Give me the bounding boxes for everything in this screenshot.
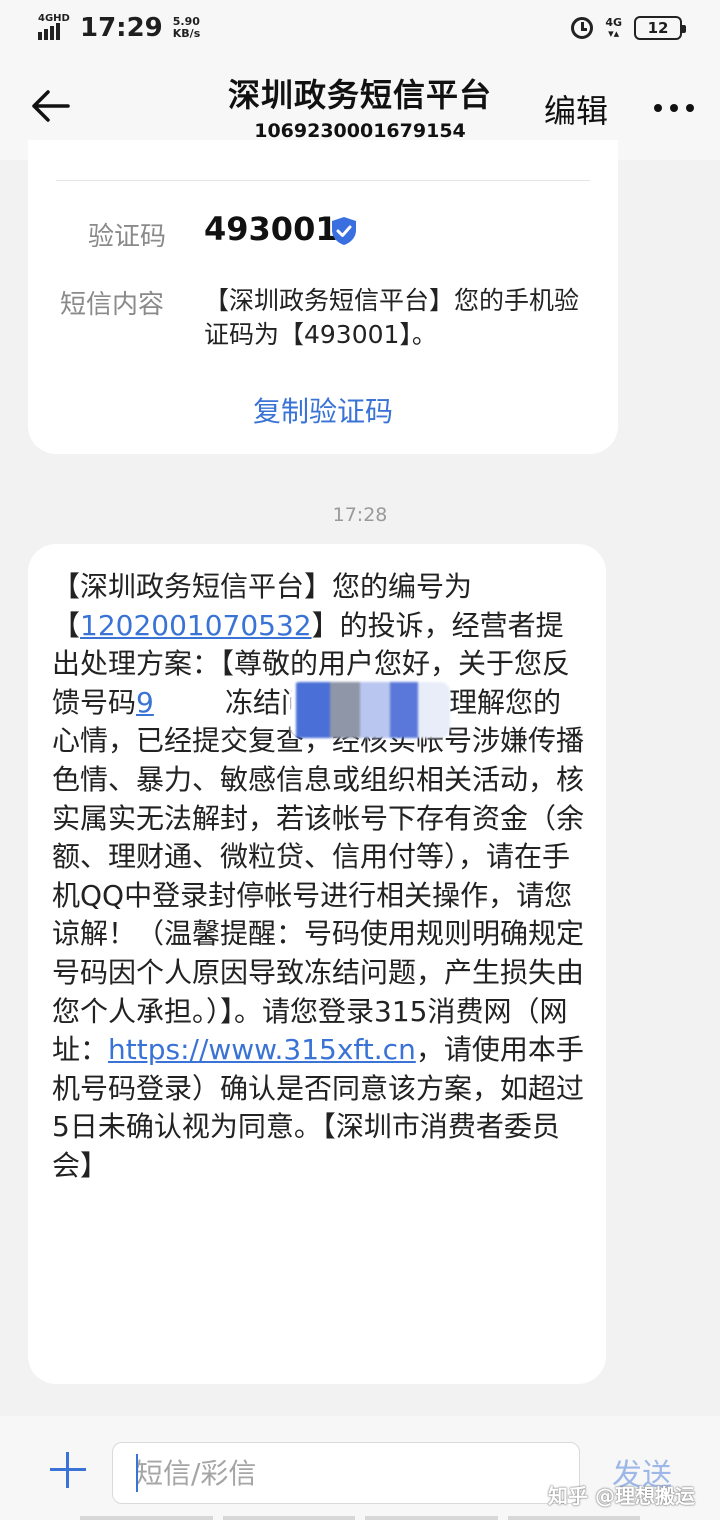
feedback-number-link[interactable]: 9 xyxy=(136,686,154,719)
network-type-label: 4GHD xyxy=(38,13,70,24)
verified-shield-icon xyxy=(332,217,356,245)
status-time: 17:29 xyxy=(80,13,163,43)
contact-title-block: 深圳政务短信平台 1069230001679154 xyxy=(160,70,560,142)
status-right-icons: 4G ▾▴ 12 xyxy=(571,16,686,40)
verification-code-card: 验证码 493001 短信内容 【深圳政务短信平台】您的手机验证码为【49300… xyxy=(28,140,618,454)
more-options-icon[interactable] xyxy=(654,104,694,112)
signal-icon: 4GHD xyxy=(38,13,74,40)
message-timestamp: 17:28 xyxy=(332,504,388,526)
code-value: 493001 xyxy=(204,210,338,248)
message-bubble[interactable]: 【深圳政务短信平台】您的编号为 【1202001070532】的投诉，经营者提出… xyxy=(28,544,606,1384)
card-divider xyxy=(56,180,590,181)
website-link[interactable]: https://www.315xft.cn xyxy=(108,1033,416,1066)
add-attachment-icon[interactable] xyxy=(50,1452,86,1488)
battery-icon: 12 xyxy=(634,16,686,40)
contact-number: 1069230001679154 xyxy=(254,120,466,142)
redacted-number-blur xyxy=(290,682,450,738)
copy-code-button[interactable]: 复制验证码 xyxy=(28,390,618,430)
network-4g-label: 4G ▾▴ xyxy=(605,16,622,40)
edit-button[interactable]: 编辑 xyxy=(544,86,608,132)
watermark: 知乎 @理想搬运 xyxy=(548,1484,695,1508)
status-bar: 4GHD 17:29 5.90 KB/s 4G ▾▴ 12 xyxy=(0,0,720,56)
sms-content-text: 【深圳政务短信平台】您的手机验证码为【493001】。 xyxy=(204,286,580,349)
network-speed: 5.90 KB/s xyxy=(173,16,207,40)
content-label: 短信内容 xyxy=(60,290,165,320)
text-caret xyxy=(136,1454,138,1492)
back-arrow-icon[interactable] xyxy=(28,84,72,128)
complaint-id-link[interactable]: 1202001070532 xyxy=(80,609,312,642)
message-text: 【深圳政务短信平台】您的编号为 【1202001070532】的投诉，经营者提出… xyxy=(52,570,585,1182)
alarm-icon xyxy=(571,17,594,39)
navigation-hint-bar xyxy=(80,1516,640,1520)
message-input[interactable] xyxy=(112,1442,580,1504)
network-speed-unit: KB/s xyxy=(172,27,201,40)
sms-conversation-screen: 4GHD 17:29 5.90 KB/s 4G ▾▴ 12 深圳政务短信平台 10… xyxy=(0,0,720,1520)
contact-name: 深圳政务短信平台 xyxy=(227,76,492,114)
code-label: 验证码 xyxy=(88,222,167,252)
